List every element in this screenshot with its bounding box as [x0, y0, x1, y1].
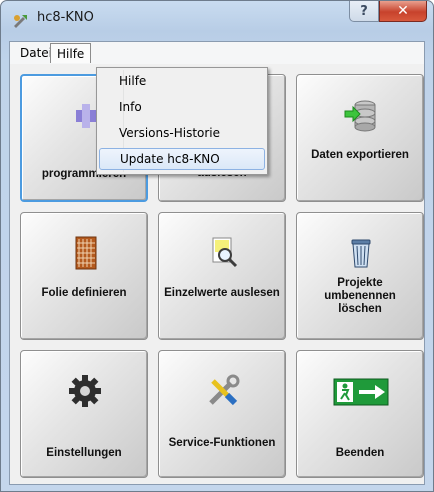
menu-item-update[interactable]: Update hc8-KNO — [99, 148, 265, 170]
projekte-umbenennen-loeschen-button[interactable]: Projekte umbenennen löschen — [296, 212, 424, 340]
tile-label: Daten exportieren — [311, 149, 409, 161]
app-icon — [14, 15, 27, 28]
tile-label: Service-Funktionen — [168, 437, 276, 449]
hilfe-dropdown-menu: Hilfe Info Versions-Historie Update hc8-… — [96, 67, 268, 175]
service-funktionen-button[interactable]: Service-Funktionen — [158, 350, 286, 478]
database-export-icon — [344, 100, 376, 132]
trash-icon — [351, 239, 371, 268]
menu-item-versions-historie[interactable]: Versions-Historie — [99, 122, 265, 144]
menu-item-info[interactable]: Info — [99, 96, 265, 118]
einzelwerte-auslesen-button[interactable]: Einzelwerte auslesen — [158, 212, 286, 340]
folie-definieren-button[interactable]: Folie definieren — [20, 212, 148, 340]
tile-label: Einstellungen — [46, 447, 122, 459]
tile-label: Beenden — [335, 447, 385, 459]
beenden-button[interactable]: Beenden — [296, 350, 424, 478]
daten-exportieren-button[interactable]: Daten exportieren — [296, 74, 424, 202]
einstellungen-button[interactable]: Einstellungen — [20, 350, 148, 478]
gear-icon — [69, 375, 101, 407]
app-window: hc8-KNO ? ✕ Datei Hilfe programmieren Da… — [0, 0, 434, 492]
title-bar[interactable]: hc8-KNO ? ✕ — [1, 1, 433, 41]
menu-bar: Datei Hilfe — [10, 42, 424, 64]
document-magnifier-icon — [212, 237, 238, 268]
tools-icon — [209, 374, 240, 406]
exit-sign-icon — [333, 378, 389, 406]
tile-label: Projekte umbenennen löschen — [324, 277, 396, 315]
tile-label: Folie definieren — [41, 287, 127, 299]
menu-hilfe[interactable]: Hilfe — [50, 43, 92, 63]
close-button[interactable]: ✕ — [379, 1, 427, 22]
tile-label: Einzelwerte auslesen — [164, 287, 280, 299]
foil-icon — [75, 236, 97, 270]
window-title: hc8-KNO — [37, 10, 94, 25]
help-button[interactable]: ? — [349, 1, 379, 22]
menu-item-hilfe[interactable]: Hilfe — [99, 70, 265, 92]
